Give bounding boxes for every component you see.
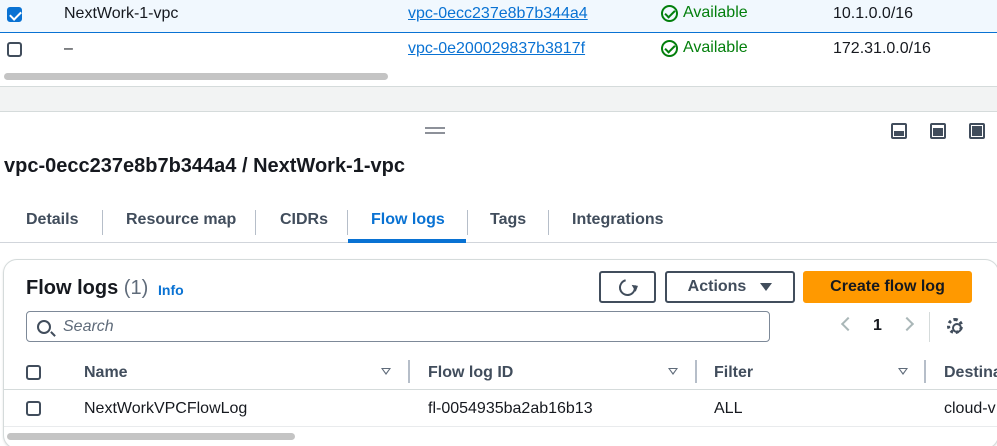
flow-log-destination: cloud-v (944, 400, 996, 417)
vpc-id-link[interactable]: vpc-0e200029837b3817f (408, 40, 585, 58)
horizontal-scrollbar[interactable] (4, 73, 388, 80)
info-link[interactable]: Info (158, 282, 184, 298)
create-flow-log-label: Create flow log (830, 278, 945, 295)
column-header-destination[interactable]: Destina (944, 364, 997, 382)
panel-bottom-small-icon[interactable] (891, 123, 907, 139)
tab-details[interactable]: Details (26, 211, 78, 229)
flow-log-filter: ALL (714, 400, 743, 417)
panel-full-icon[interactable] (969, 123, 985, 139)
split-divider (0, 86, 997, 112)
tab-integrations[interactable]: Integrations (572, 211, 664, 229)
actions-button[interactable]: Actions (665, 271, 795, 303)
tab-flow-logs[interactable]: Flow logs (371, 211, 445, 229)
search-input[interactable] (63, 317, 743, 336)
gear-icon[interactable] (947, 318, 963, 334)
search-field[interactable] (26, 311, 770, 342)
tab-divider (102, 210, 103, 235)
tab-divider (347, 210, 348, 235)
refresh-icon (615, 275, 640, 299)
pagination-divider (929, 312, 930, 342)
row-checkbox[interactable] (7, 42, 22, 57)
resize-handle-icon[interactable] (425, 127, 445, 135)
flow-logs-title: Flow logs (26, 277, 119, 299)
actions-label: Actions (687, 278, 747, 295)
vpc-row-selected[interactable]: NextWork-1-vpc vpc-0ecc237e8b7b344a4 Ava… (0, 0, 997, 33)
vpc-cidr: 172.31.0.0/16 (833, 40, 931, 57)
flow-logs-container: Flow logs (1) Info Actions Create flow l… (3, 259, 997, 446)
column-header-name[interactable]: Name (84, 364, 128, 382)
caret-down-icon (760, 283, 773, 291)
vpc-name: NextWork-1-vpc (64, 5, 179, 22)
column-header-filter[interactable]: Filter (714, 364, 753, 382)
panel-bottom-half-icon[interactable] (930, 123, 946, 139)
create-flow-log-button[interactable]: Create flow log (803, 271, 972, 303)
vpc-row[interactable]: – vpc-0e200029837b3817f Available 172.31… (0, 32, 997, 68)
sort-icon[interactable] (668, 368, 678, 375)
active-tab-indicator (348, 239, 466, 243)
flow-log-id: fl-0054935ba2ab16b13 (428, 400, 593, 417)
vpc-state-text: Available (683, 39, 748, 56)
vpc-cidr: 10.1.0.0/16 (833, 5, 914, 22)
detail-tabs: Details Resource map CIDRs Flow logs Tag… (0, 203, 997, 243)
vpc-state: Available (661, 39, 748, 57)
vpc-name: – (64, 40, 73, 57)
vpc-table: NextWork-1-vpc vpc-0ecc237e8b7b344a4 Ava… (0, 0, 997, 86)
flow-logs-count: (1) (123, 277, 149, 299)
column-header-flow-log-id[interactable]: Flow log ID (428, 364, 513, 382)
tab-cidrs[interactable]: CIDRs (280, 211, 328, 229)
chevron-right-icon[interactable] (899, 316, 915, 332)
row-checkbox[interactable] (7, 7, 22, 22)
flow-log-name: NextWorkVPCFlowLog (84, 400, 248, 417)
refresh-button[interactable] (599, 271, 656, 303)
page-title: vpc-0ecc237e8b7b344a4 / NextWork-1-vpc (4, 155, 405, 177)
check-circle-icon (661, 39, 678, 57)
sort-icon[interactable] (381, 368, 391, 375)
check-circle-icon (661, 4, 678, 22)
chevron-left-icon[interactable] (840, 316, 856, 332)
table-row[interactable]: NextWorkVPCFlowLog fl-0054935ba2ab16b13 … (4, 391, 997, 427)
flow-logs-heading: Flow logs (1) (26, 277, 148, 300)
vpc-state-text: Available (683, 4, 748, 21)
column-resizer[interactable] (408, 360, 410, 383)
tab-divider (255, 210, 256, 235)
tab-resource-map[interactable]: Resource map (126, 211, 236, 229)
table-header: Name Flow log ID Filter Destina (4, 355, 997, 390)
vpc-state: Available (661, 4, 748, 22)
column-resizer[interactable] (924, 360, 926, 383)
page-number[interactable]: 1 (873, 317, 882, 335)
tab-divider (548, 210, 549, 235)
tab-tags[interactable]: Tags (490, 211, 526, 229)
sort-icon[interactable] (898, 368, 908, 375)
row-checkbox[interactable] (26, 401, 41, 416)
vpc-id-link[interactable]: vpc-0ecc237e8b7b344a4 (408, 5, 588, 23)
tab-divider (467, 210, 468, 235)
horizontal-scrollbar[interactable] (7, 433, 295, 440)
search-icon (37, 319, 51, 334)
column-resizer[interactable] (695, 360, 697, 383)
select-all-checkbox[interactable] (26, 365, 41, 380)
